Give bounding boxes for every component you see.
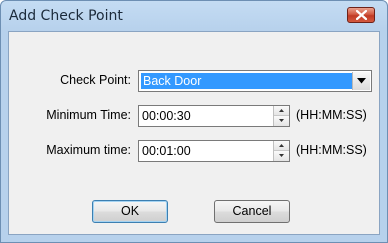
max-time-spin-buttons xyxy=(273,141,289,161)
arrow-up-icon xyxy=(279,144,284,147)
max-time-label: Maximum time: xyxy=(46,143,131,157)
min-time-increment-button[interactable] xyxy=(274,106,289,116)
dialog-content: Check Point: Back Door Minimum Time: 00:… xyxy=(8,31,380,235)
arrow-up-icon xyxy=(279,109,284,112)
max-time-decrement-button[interactable] xyxy=(274,151,289,161)
chevron-down-icon xyxy=(357,78,366,84)
min-time-label: Minimum Time: xyxy=(46,108,131,122)
window-title: Add Check Point xyxy=(9,8,123,24)
min-time-spin-buttons xyxy=(273,106,289,126)
max-time-increment-button[interactable] xyxy=(274,141,289,151)
max-time-spinbox[interactable]: 00:01:00 xyxy=(138,140,290,162)
checkpoint-selected-value: Back Door xyxy=(141,73,353,89)
ok-button[interactable]: OK xyxy=(92,200,168,223)
cancel-button[interactable]: Cancel xyxy=(214,200,290,223)
close-button[interactable] xyxy=(347,7,375,23)
checkpoint-label: Check Point: xyxy=(60,73,131,87)
min-time-decrement-button[interactable] xyxy=(274,116,289,126)
max-time-unit: (HH:MM:SS) xyxy=(296,143,367,157)
checkpoint-select[interactable]: Back Door xyxy=(138,70,372,92)
max-time-value[interactable]: 00:01:00 xyxy=(142,144,191,158)
title-bar[interactable]: Add Check Point xyxy=(1,1,387,31)
min-time-value[interactable]: 00:00:30 xyxy=(142,109,191,123)
dialog-window: Add Check Point Check Point: Back Door M… xyxy=(0,0,388,243)
checkpoint-dropdown-button[interactable] xyxy=(352,72,370,90)
min-time-spinbox[interactable]: 00:00:30 xyxy=(138,105,290,127)
min-time-unit: (HH:MM:SS) xyxy=(296,108,367,122)
close-icon xyxy=(356,10,367,20)
arrow-down-icon xyxy=(279,154,284,157)
arrow-down-icon xyxy=(279,119,284,122)
